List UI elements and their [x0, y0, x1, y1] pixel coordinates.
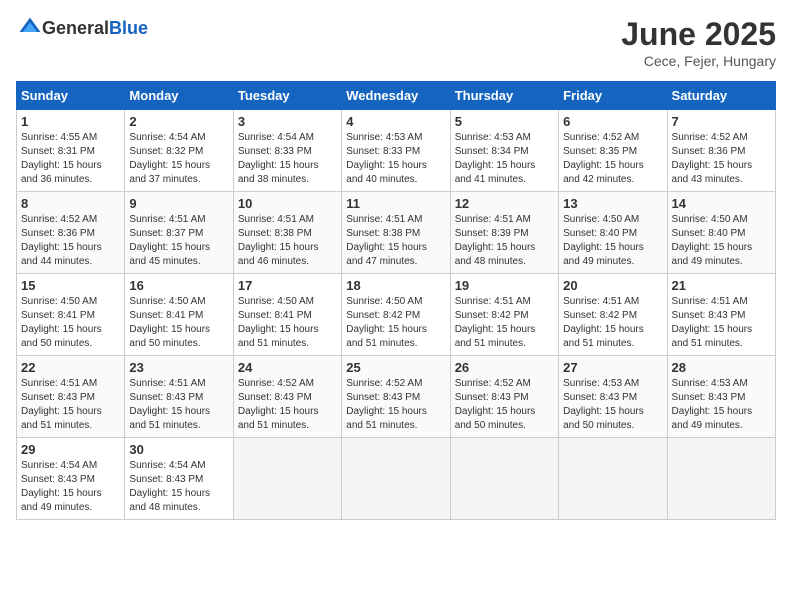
calendar-cell-27: 27Sunrise: 4:53 AMSunset: 8:43 PMDayligh… [559, 356, 667, 438]
day-number: 11 [346, 196, 445, 211]
calendar-cell-18: 18Sunrise: 4:50 AMSunset: 8:42 PMDayligh… [342, 274, 450, 356]
logo-blue-text: Blue [109, 18, 148, 38]
calendar-table: Sunday Monday Tuesday Wednesday Thursday… [16, 81, 776, 520]
calendar-cell-7: 7Sunrise: 4:52 AMSunset: 8:36 PMDaylight… [667, 110, 775, 192]
calendar-cell-28: 28Sunrise: 4:53 AMSunset: 8:43 PMDayligh… [667, 356, 775, 438]
calendar-cell-empty [233, 438, 341, 520]
day-number: 6 [563, 114, 662, 129]
calendar-cell-24: 24Sunrise: 4:52 AMSunset: 8:43 PMDayligh… [233, 356, 341, 438]
calendar-cell-17: 17Sunrise: 4:50 AMSunset: 8:41 PMDayligh… [233, 274, 341, 356]
calendar-week-4: 29Sunrise: 4:54 AMSunset: 8:43 PMDayligh… [17, 438, 776, 520]
calendar-cell-9: 9Sunrise: 4:51 AMSunset: 8:37 PMDaylight… [125, 192, 233, 274]
calendar-week-1: 8Sunrise: 4:52 AMSunset: 8:36 PMDaylight… [17, 192, 776, 274]
day-number: 10 [238, 196, 337, 211]
day-number: 25 [346, 360, 445, 375]
calendar-cell-3: 3Sunrise: 4:54 AMSunset: 8:33 PMDaylight… [233, 110, 341, 192]
day-number: 30 [129, 442, 228, 457]
calendar-cell-23: 23Sunrise: 4:51 AMSunset: 8:43 PMDayligh… [125, 356, 233, 438]
day-number: 27 [563, 360, 662, 375]
day-number: 23 [129, 360, 228, 375]
calendar-cell-1: 1Sunrise: 4:55 AMSunset: 8:31 PMDaylight… [17, 110, 125, 192]
day-number: 14 [672, 196, 771, 211]
calendar-cell-14: 14Sunrise: 4:50 AMSunset: 8:40 PMDayligh… [667, 192, 775, 274]
calendar-cell-10: 10Sunrise: 4:51 AMSunset: 8:38 PMDayligh… [233, 192, 341, 274]
day-number: 13 [563, 196, 662, 211]
day-number: 15 [21, 278, 120, 293]
calendar-cell-20: 20Sunrise: 4:51 AMSunset: 8:42 PMDayligh… [559, 274, 667, 356]
calendar-cell-6: 6Sunrise: 4:52 AMSunset: 8:35 PMDaylight… [559, 110, 667, 192]
calendar-cell-19: 19Sunrise: 4:51 AMSunset: 8:42 PMDayligh… [450, 274, 558, 356]
day-number: 5 [455, 114, 554, 129]
day-number: 29 [21, 442, 120, 457]
day-number: 1 [21, 114, 120, 129]
col-friday: Friday [559, 82, 667, 110]
calendar-title: June 2025 [621, 16, 776, 53]
day-number: 26 [455, 360, 554, 375]
col-thursday: Thursday [450, 82, 558, 110]
calendar-cell-29: 29Sunrise: 4:54 AMSunset: 8:43 PMDayligh… [17, 438, 125, 520]
calendar-cell-empty [559, 438, 667, 520]
day-number: 28 [672, 360, 771, 375]
col-wednesday: Wednesday [342, 82, 450, 110]
title-area: June 2025 Cece, Fejer, Hungary [621, 16, 776, 69]
logo-icon [18, 16, 42, 40]
calendar-week-3: 22Sunrise: 4:51 AMSunset: 8:43 PMDayligh… [17, 356, 776, 438]
day-number: 22 [21, 360, 120, 375]
calendar-cell-8: 8Sunrise: 4:52 AMSunset: 8:36 PMDaylight… [17, 192, 125, 274]
calendar-cell-22: 22Sunrise: 4:51 AMSunset: 8:43 PMDayligh… [17, 356, 125, 438]
calendar-cell-30: 30Sunrise: 4:54 AMSunset: 8:43 PMDayligh… [125, 438, 233, 520]
day-number: 17 [238, 278, 337, 293]
day-number: 18 [346, 278, 445, 293]
day-number: 12 [455, 196, 554, 211]
calendar-header-row: Sunday Monday Tuesday Wednesday Thursday… [17, 82, 776, 110]
calendar-cell-4: 4Sunrise: 4:53 AMSunset: 8:33 PMDaylight… [342, 110, 450, 192]
day-number: 2 [129, 114, 228, 129]
day-number: 4 [346, 114, 445, 129]
col-monday: Monday [125, 82, 233, 110]
calendar-cell-26: 26Sunrise: 4:52 AMSunset: 8:43 PMDayligh… [450, 356, 558, 438]
logo: GeneralBlue [16, 16, 148, 40]
logo-general-text: General [42, 18, 109, 38]
calendar-cell-15: 15Sunrise: 4:50 AMSunset: 8:41 PMDayligh… [17, 274, 125, 356]
col-sunday: Sunday [17, 82, 125, 110]
calendar-cell-2: 2Sunrise: 4:54 AMSunset: 8:32 PMDaylight… [125, 110, 233, 192]
day-number: 3 [238, 114, 337, 129]
day-number: 8 [21, 196, 120, 211]
calendar-cell-empty [450, 438, 558, 520]
day-number: 16 [129, 278, 228, 293]
day-number: 7 [672, 114, 771, 129]
calendar-cell-13: 13Sunrise: 4:50 AMSunset: 8:40 PMDayligh… [559, 192, 667, 274]
day-number: 19 [455, 278, 554, 293]
col-tuesday: Tuesday [233, 82, 341, 110]
day-number: 9 [129, 196, 228, 211]
calendar-cell-25: 25Sunrise: 4:52 AMSunset: 8:43 PMDayligh… [342, 356, 450, 438]
day-number: 20 [563, 278, 662, 293]
day-number: 24 [238, 360, 337, 375]
calendar-cell-5: 5Sunrise: 4:53 AMSunset: 8:34 PMDaylight… [450, 110, 558, 192]
calendar-subtitle: Cece, Fejer, Hungary [621, 53, 776, 69]
calendar-week-0: 1Sunrise: 4:55 AMSunset: 8:31 PMDaylight… [17, 110, 776, 192]
calendar-cell-empty [342, 438, 450, 520]
calendar-week-2: 15Sunrise: 4:50 AMSunset: 8:41 PMDayligh… [17, 274, 776, 356]
calendar-cell-empty [667, 438, 775, 520]
calendar-cell-12: 12Sunrise: 4:51 AMSunset: 8:39 PMDayligh… [450, 192, 558, 274]
day-number: 21 [672, 278, 771, 293]
calendar-cell-16: 16Sunrise: 4:50 AMSunset: 8:41 PMDayligh… [125, 274, 233, 356]
calendar-cell-11: 11Sunrise: 4:51 AMSunset: 8:38 PMDayligh… [342, 192, 450, 274]
calendar-cell-21: 21Sunrise: 4:51 AMSunset: 8:43 PMDayligh… [667, 274, 775, 356]
page-header: GeneralBlue June 2025 Cece, Fejer, Hunga… [16, 16, 776, 69]
col-saturday: Saturday [667, 82, 775, 110]
